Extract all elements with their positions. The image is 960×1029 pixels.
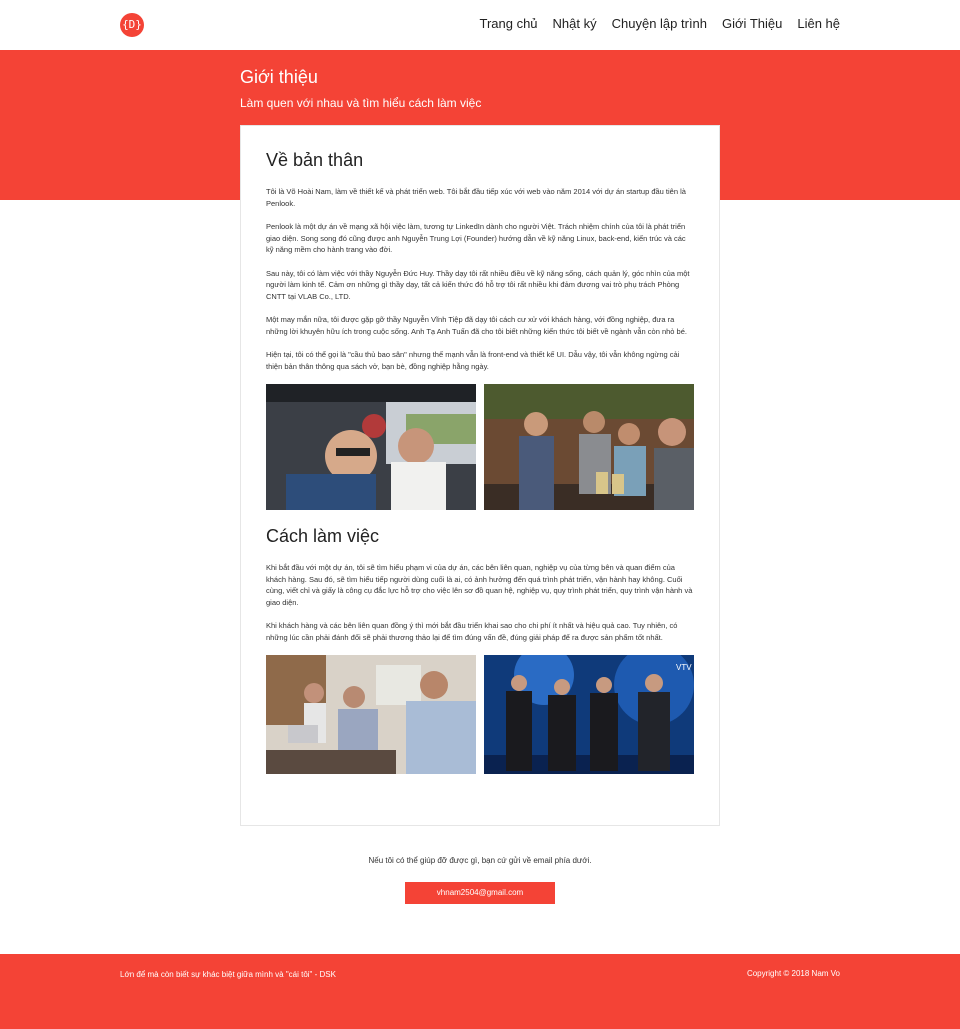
photo-car-selfie — [266, 384, 476, 510]
nav-item-contact[interactable]: Liên hệ — [797, 16, 840, 31]
email-button[interactable]: vhnam2504@gmail.com — [405, 882, 555, 904]
about-paragraph: Penlook là một dự án về mạng xã hội việc… — [266, 222, 686, 254]
photo-cafe-group — [484, 384, 694, 510]
contact-text: Nếu tôi có thể giúp đỡ được gì, bạn cứ g… — [368, 856, 592, 865]
nav-item-about[interactable]: Giới Thiệu — [722, 16, 782, 31]
svg-text:VTV: VTV — [676, 663, 692, 672]
content-card: Về bản thân Tôi là Võ Hoài Nam, làm về t… — [240, 125, 720, 826]
footer-copyright: Copyright © 2018 Nam Vo — [746, 969, 840, 978]
about-heading: Về bản thân — [266, 150, 364, 170]
work-paragraph: Khi khách hàng và các bên liên quan đồng… — [266, 621, 678, 642]
page-title: Giới thiệu — [240, 67, 318, 87]
footer-quote: Lớn để mà còn biết sự khác biệt giữa mìn… — [120, 970, 336, 979]
nav-item-home[interactable]: Trang chủ — [479, 16, 537, 31]
photo-stage: VTV — [484, 655, 694, 774]
page-subtitle: Làm quen với nhau và tìm hiểu cách làm v… — [240, 96, 482, 110]
work-paragraph: Khi bắt đầu với một dự án, tôi sẽ tìm hi… — [266, 563, 693, 607]
work-photos: VTV — [266, 655, 694, 774]
footer: Lớn để mà còn biết sự khác biệt giữa mìn… — [0, 954, 960, 1029]
photo-meeting — [266, 655, 476, 774]
work-heading: Cách làm việc — [266, 526, 380, 546]
nav-item-programming[interactable]: Chuyện lập trình — [612, 16, 707, 31]
main-menu: Trang chủ Nhật ký Chuyện lập trình Giới … — [479, 16, 840, 31]
about-paragraph: Hiện tại, tôi có thể gọi là "cầu thủ bao… — [266, 350, 680, 371]
top-navbar: {D} Trang chủ Nhật ký Chuyện lập trình G… — [0, 0, 960, 50]
about-photos — [266, 384, 694, 510]
about-paragraph: Một may mắn nữa, tôi được gặp gỡ thầy Ng… — [266, 315, 687, 336]
nav-item-diary[interactable]: Nhật ký — [553, 16, 597, 31]
about-paragraph: Sau này, tôi có làm việc với thầy Nguyễn… — [266, 268, 690, 301]
site-logo[interactable]: {D} — [120, 13, 144, 37]
about-paragraph: Tôi là Võ Hoài Nam, làm về thiết kế và p… — [266, 187, 686, 208]
